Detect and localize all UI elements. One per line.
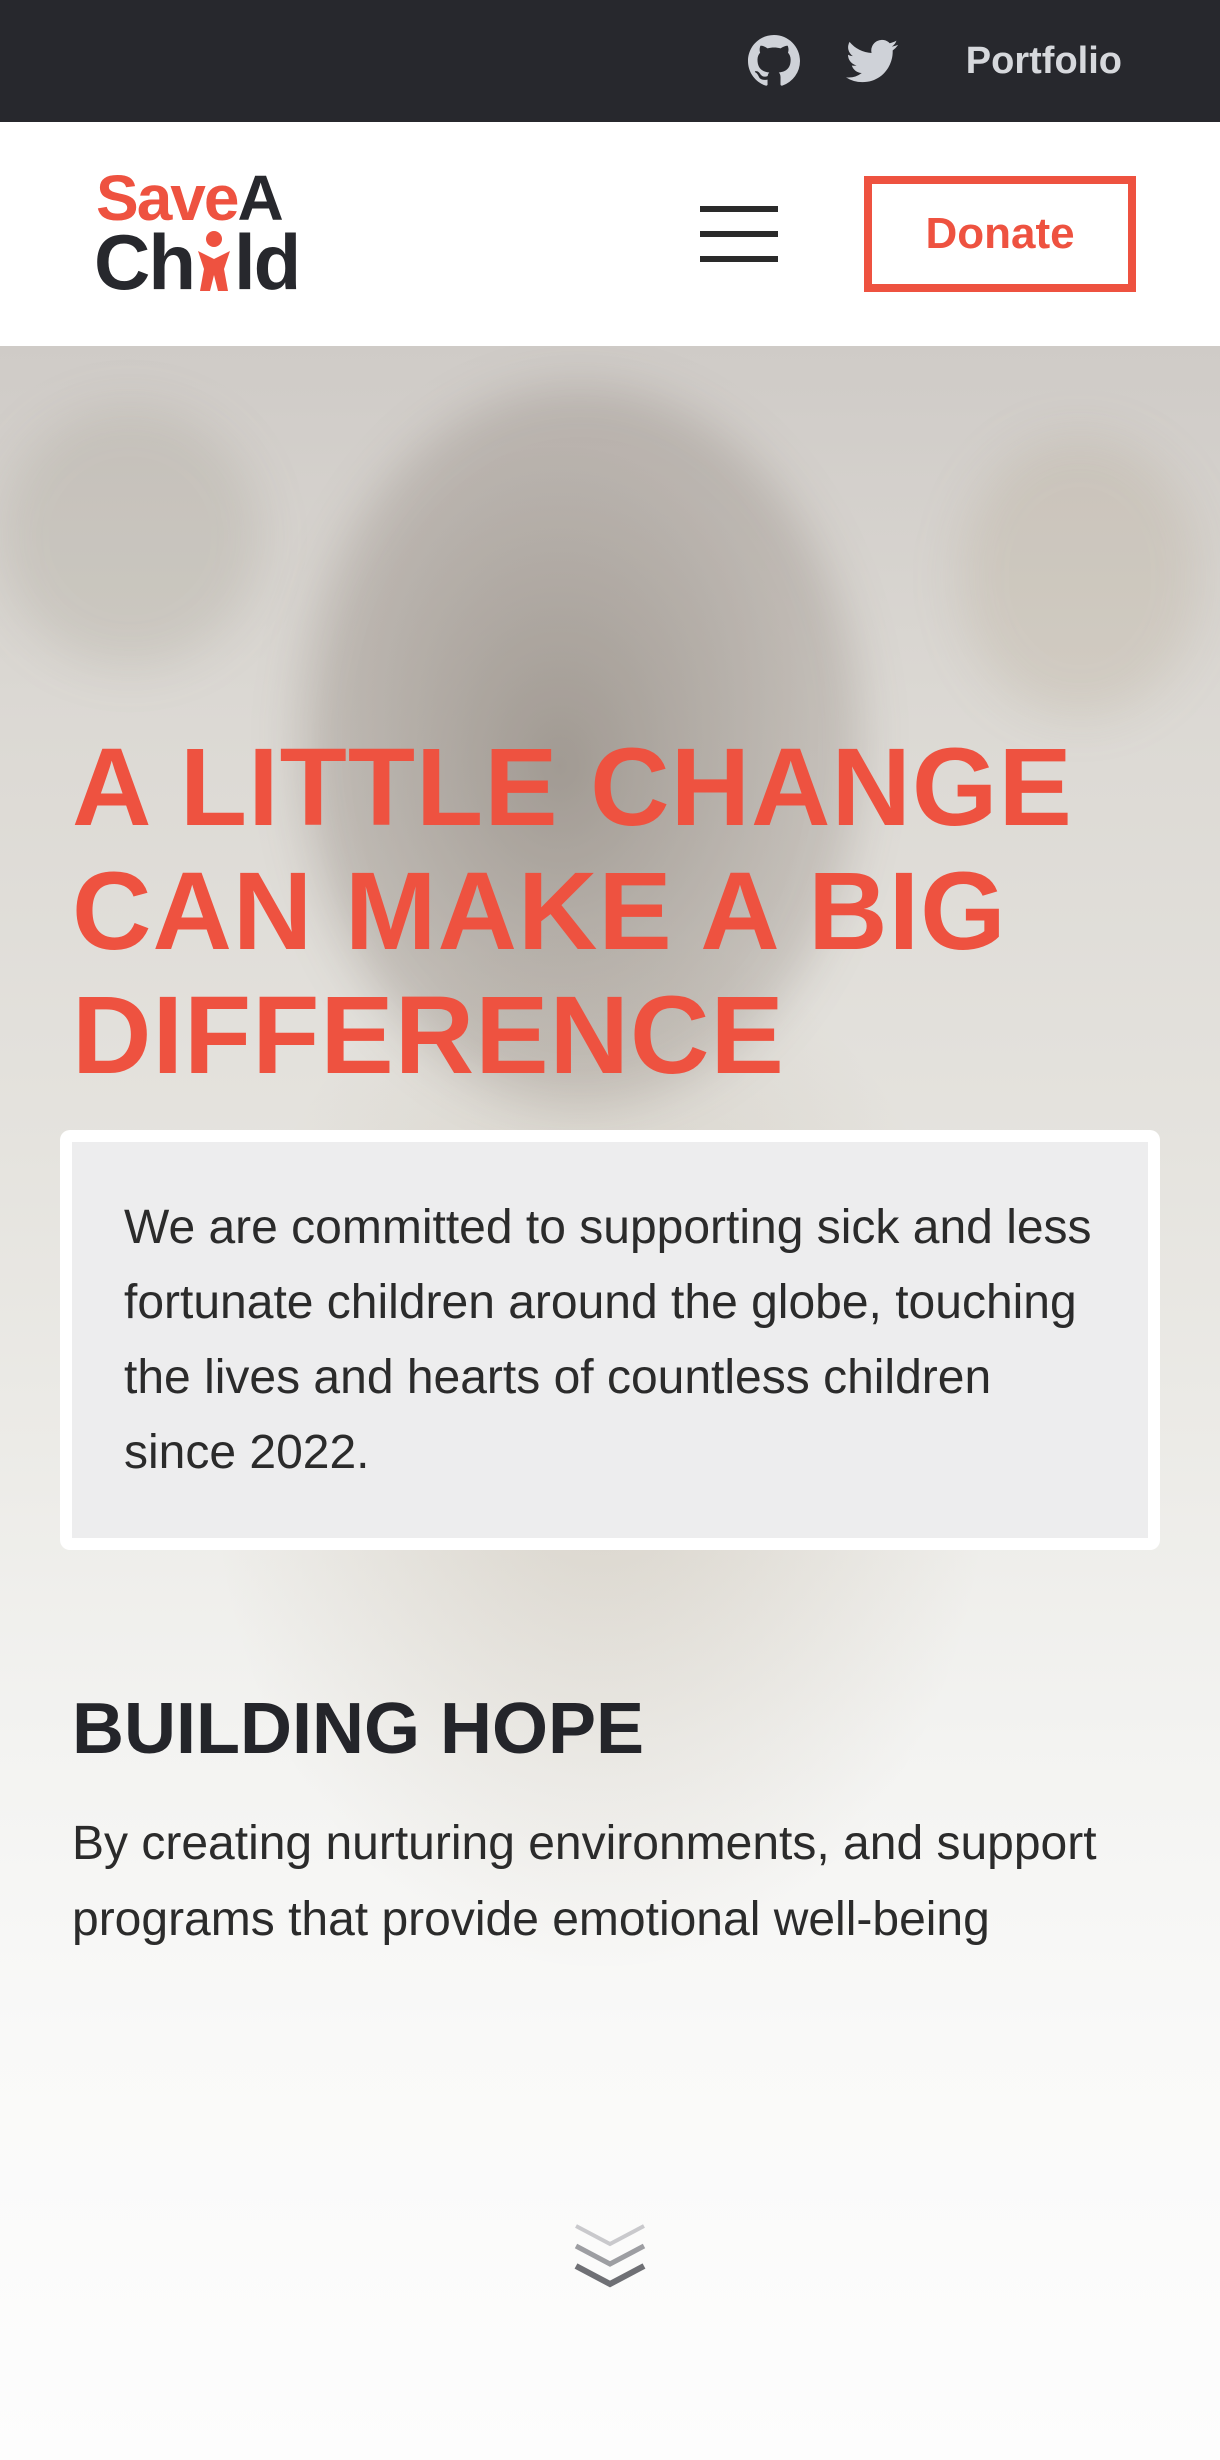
hero-title: A LITTLE CHANGE CAN MAKE A BIG DIFFERENC… — [72, 726, 1073, 1097]
top-bar: Portfolio — [0, 0, 1220, 122]
logo-ld-text: ld — [233, 218, 301, 306]
logo-line-2: Ch ld — [94, 218, 301, 306]
child-figure-icon — [194, 224, 234, 291]
mission-statement-text: We are committed to supporting sick and … — [124, 1201, 1092, 1479]
site-logo[interactable]: SaveA Ch ld — [94, 162, 318, 306]
hero-section: A LITTLE CHANGE CAN MAKE A BIG DIFFERENC… — [0, 346, 1220, 2460]
menu-bar — [700, 206, 778, 212]
main-navbar: SaveA Ch ld Donate — [0, 122, 1220, 346]
building-hope-title: BUILDING HOPE — [72, 1689, 645, 1769]
background-photo — [960, 436, 1200, 716]
mission-statement-card: We are committed to supporting sick and … — [60, 1130, 1160, 1550]
github-link[interactable] — [747, 35, 800, 87]
background-photo — [0, 406, 260, 666]
portfolio-link[interactable]: Portfolio — [966, 40, 1122, 83]
logo-ch-text: Ch — [94, 218, 196, 306]
menu-bar — [700, 231, 778, 237]
double-chevron-down-icon[interactable] — [570, 2216, 650, 2296]
github-icon — [747, 35, 800, 86]
hamburger-menu-icon[interactable] — [700, 206, 778, 262]
building-hope-text: By creating nurturing environments, and … — [72, 1817, 1097, 1946]
twitter-link[interactable] — [845, 35, 898, 87]
twitter-icon — [845, 39, 898, 83]
donate-button[interactable]: Donate — [864, 176, 1136, 292]
menu-bar — [700, 256, 778, 262]
